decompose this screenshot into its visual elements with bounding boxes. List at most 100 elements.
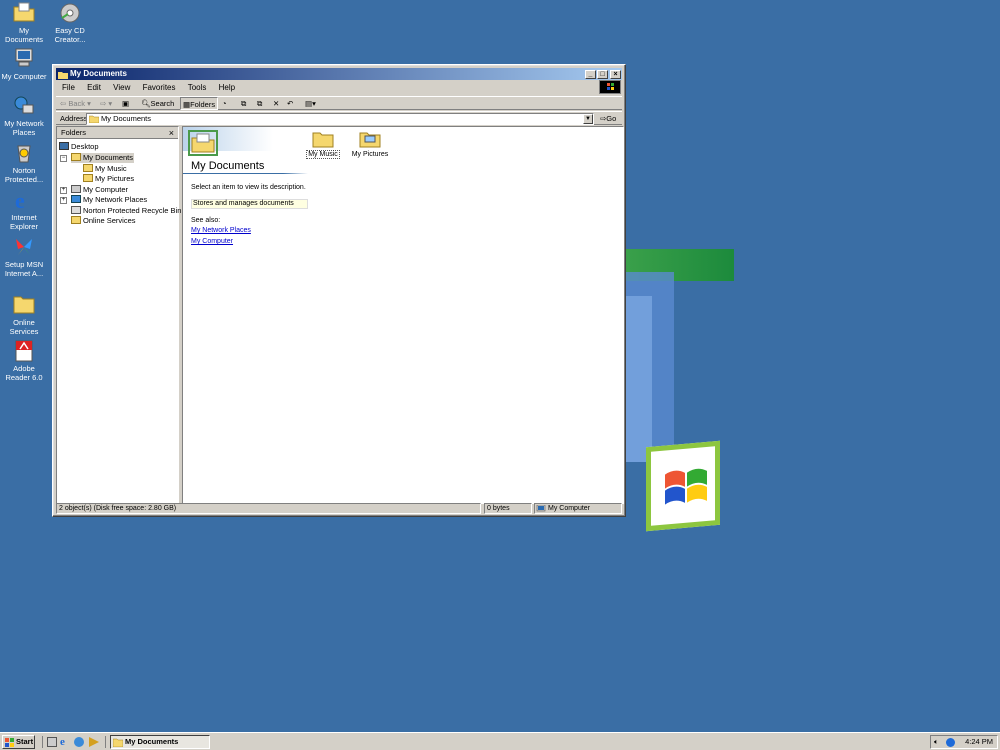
folder-icon [83, 174, 93, 182]
folders-button[interactable]: ▦Folders [180, 97, 219, 110]
desktop-icon-internet-explorer[interactable]: e Internet Explorer [0, 188, 48, 231]
tree-item-norton-recycle-bin[interactable]: Norton Protected Recycle Bin [71, 206, 181, 216]
volume-icon[interactable]: 🔈︎ [934, 736, 939, 748]
views-button[interactable]: ▤▾ [305, 97, 316, 110]
menu-file[interactable]: File [62, 83, 75, 92]
windows-logo-icon [646, 440, 720, 532]
views-icon: ▤▾ [305, 99, 316, 108]
folder-icon [83, 164, 93, 172]
link-my-computer[interactable]: My Computer [191, 238, 233, 245]
tree-item-my-pictures[interactable]: My Pictures [83, 174, 134, 184]
tree-item-my-documents[interactable]: My Documents [71, 153, 135, 163]
menu-view[interactable]: View [113, 83, 130, 92]
undo-button[interactable]: ↶ [287, 97, 293, 110]
folder-heading: My Documents [191, 160, 265, 172]
folders-pane: Folders × Desktop − My Documents My Musi… [56, 126, 181, 504]
windows-flag-icon [665, 468, 707, 505]
show-desktop-icon[interactable] [47, 737, 57, 747]
folder-icon [113, 738, 123, 747]
up-folder-button[interactable]: ▣ [122, 97, 129, 110]
item-tooltip: Stores and manages documents [191, 199, 308, 209]
media-player-icon[interactable] [89, 737, 99, 747]
desktop-icon-online-services[interactable]: Online Services [0, 294, 48, 336]
tree-item-my-music[interactable]: My Music [83, 164, 127, 174]
svg-text:e: e [15, 189, 25, 211]
my-documents-folder-icon [188, 130, 218, 156]
folder-open-icon [71, 153, 81, 161]
system-tray: 🔈︎ 4:24 PM [930, 735, 998, 749]
see-also-label: See also: [191, 217, 221, 224]
tree-item-my-computer[interactable]: My Computer [71, 185, 128, 195]
folder-icon [13, 2, 35, 24]
adobe-reader-icon [13, 340, 35, 362]
address-bar: Address My Documents ▼ ⇨Go [56, 111, 622, 125]
close-button[interactable]: × [610, 70, 621, 79]
msn-butterfly-icon [13, 236, 35, 258]
folder-icon [58, 72, 68, 79]
maximize-button[interactable]: □ [597, 70, 608, 79]
folder-icon [13, 294, 35, 316]
tree-item-my-network-places[interactable]: My Network Places [71, 195, 147, 205]
folder-icon [89, 115, 99, 123]
recycle-bin-icon [71, 206, 81, 214]
tree-item-desktop[interactable]: Desktop [59, 142, 99, 152]
minimize-button[interactable]: _ [585, 70, 596, 79]
move-to-button[interactable]: ⧉ [241, 97, 246, 110]
folder-item-my-pictures[interactable]: My Pictures [346, 130, 394, 158]
close-icon[interactable]: × [169, 127, 174, 139]
title-bar[interactable]: My Documents _ □ × [56, 68, 622, 80]
description-text: Select an item to view its description. [191, 184, 306, 191]
copy-to-button[interactable]: ⧉ [257, 97, 262, 110]
address-input[interactable]: My Documents ▼ [86, 113, 594, 125]
internet-explorer-icon: e [13, 188, 35, 213]
network-status-icon[interactable] [946, 738, 955, 747]
menu-edit[interactable]: Edit [87, 83, 101, 92]
desktop-icon-norton-protected[interactable]: Norton Protected... [0, 142, 48, 184]
history-button[interactable]: ◔ [222, 97, 227, 110]
computer-icon [71, 185, 81, 193]
copy-to-icon: ⧉ [257, 99, 263, 108]
forward-button[interactable]: ⇨ ▾ [100, 97, 112, 110]
status-object-count: 2 object(s) (Disk free space: 2.80 GB) [56, 503, 481, 514]
address-dropdown-button[interactable]: ▼ [583, 114, 593, 124]
up-folder-icon: ▣ [122, 99, 130, 108]
desktop-icon-my-documents[interactable]: My Documents [0, 2, 48, 44]
collapse-icon[interactable]: − [60, 155, 67, 162]
desktop-icon-my-computer[interactable]: My Computer [0, 48, 48, 81]
menu-bar: File Edit View Favorites Tools Help [56, 82, 622, 94]
go-button[interactable]: ⇨Go [600, 112, 616, 125]
clock[interactable]: 4:24 PM [965, 736, 993, 748]
chevron-down-icon: ▼ [585, 116, 591, 122]
heading-divider [183, 173, 308, 174]
taskbar-button-my-documents[interactable]: My Documents [110, 735, 210, 749]
desktop-icon-my-network-places[interactable]: My Network Places [0, 95, 48, 137]
network-icon [71, 195, 81, 203]
recycle-bin-icon [13, 142, 35, 164]
expand-icon[interactable]: + [60, 187, 67, 194]
taskbar-separator [42, 736, 43, 748]
desktop-icon-adobe-reader[interactable]: Adobe Reader 6.0 [0, 340, 48, 382]
window-title: My Documents [70, 69, 127, 78]
link-my-network-places[interactable]: My Network Places [191, 227, 251, 234]
delete-button[interactable]: ✕ [273, 97, 279, 110]
menu-tools[interactable]: Tools [188, 83, 207, 92]
folders-pane-header: Folders × [57, 127, 178, 139]
status-bar: 2 object(s) (Disk free space: 2.80 GB) 0… [56, 503, 622, 514]
standard-toolbar: ⇦ Back ▾ ⇨ ▾ ▣ 🔍︎Search ▦Folders ◔ ⧉ ⧉ ✕… [56, 96, 622, 110]
tree-item-online-services[interactable]: Online Services [71, 216, 136, 226]
start-button[interactable]: Start [2, 735, 35, 749]
back-button[interactable]: ⇦ Back ▾ [60, 97, 91, 110]
internet-explorer-icon[interactable]: e [60, 736, 65, 748]
taskbar: Start e My Documents 🔈︎ 4:24 PM [0, 732, 1000, 750]
expand-icon[interactable]: + [60, 197, 67, 204]
menu-help[interactable]: Help [219, 83, 235, 92]
address-value: My Documents [101, 114, 152, 123]
desktop-icon-setup-msn[interactable]: Setup MSN Internet A... [0, 236, 48, 278]
outlook-express-icon[interactable] [74, 737, 84, 747]
search-button[interactable]: 🔍︎Search [141, 97, 174, 110]
desktop-icon-easy-cd-creator[interactable]: Easy CD Creator... [46, 2, 94, 44]
search-icon: 🔍︎ [141, 99, 151, 108]
explorer-window[interactable]: My Documents _ □ × File Edit View Favori… [52, 64, 626, 517]
folder-item-my-music[interactable]: My Music [299, 130, 347, 159]
menu-favorites[interactable]: Favorites [143, 83, 176, 92]
